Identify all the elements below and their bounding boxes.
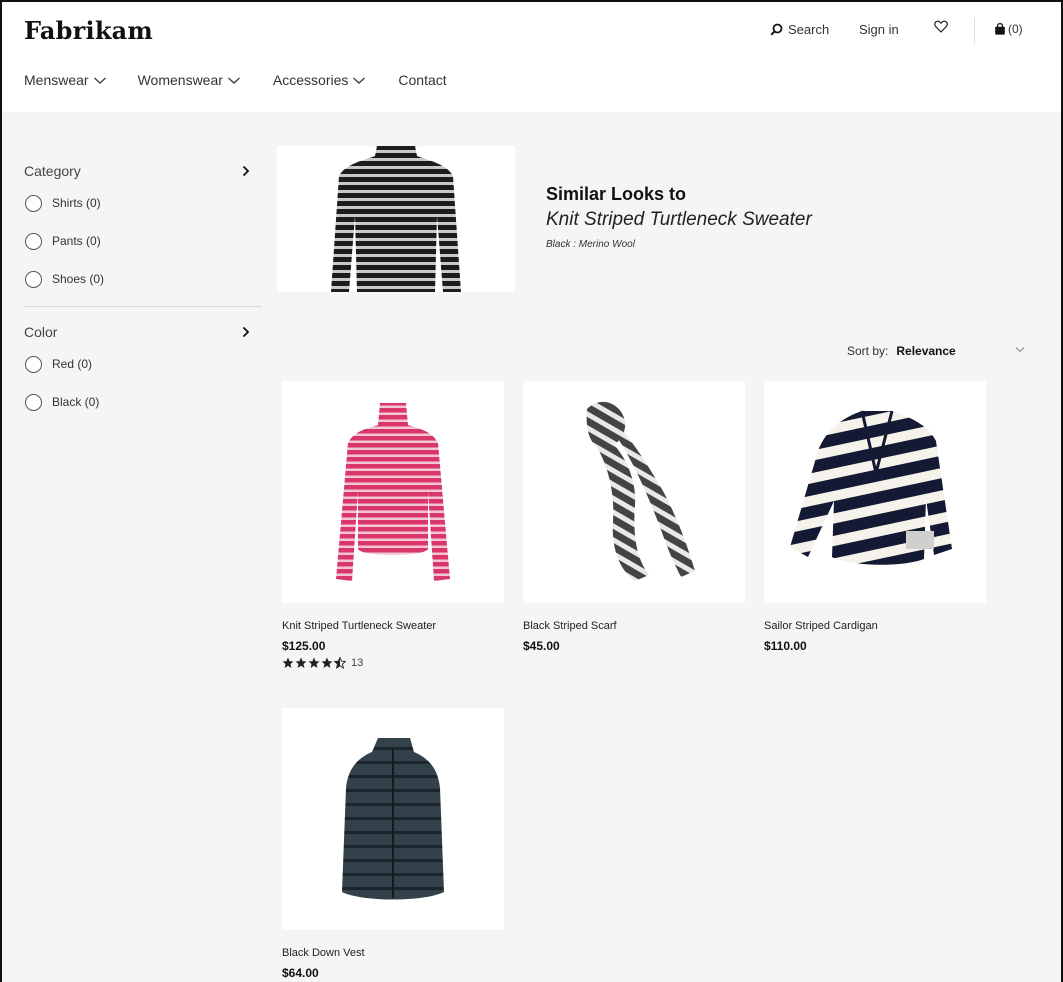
product-card[interactable]: Knit Striped Turtleneck Sweater $125.00 … (282, 381, 504, 669)
sign-in-link[interactable]: Sign in (859, 22, 899, 37)
product-image[interactable] (523, 381, 745, 603)
facet-option-shoes[interactable]: Shoes (0) (24, 260, 262, 298)
sort-dropdown[interactable]: Sort by: Relevance (847, 344, 956, 358)
nav-item-label: Contact (398, 72, 447, 88)
similar-looks-heading: Similar Looks to Knit Striped Turtleneck… (546, 184, 812, 250)
radio-button[interactable] (25, 355, 42, 373)
hero-product-meta: Black : Merino Wool (546, 239, 635, 250)
star-icon (308, 657, 321, 669)
nav-item-label: Womenswear (137, 72, 223, 88)
radio-button[interactable] (25, 270, 42, 288)
chevron-down-icon (89, 76, 107, 85)
product-price: $125.00 (282, 639, 326, 653)
hero-product-name: Knit Striped Turtleneck Sweater (546, 209, 812, 230)
product-card[interactable]: Black Striped Scarf $45.00 (523, 381, 745, 653)
refiner-sidebar: Category Shirts (0) Pants (0) Shoes (0) … (24, 158, 262, 421)
radio-button[interactable] (25, 393, 42, 411)
sort-value: Relevance (896, 344, 956, 358)
review-count: 13 (351, 657, 364, 669)
nav-item-label: Accessories (272, 72, 349, 88)
facet-divider (24, 306, 262, 307)
facet-option-pants[interactable]: Pants (0) (24, 222, 262, 260)
brand-logo[interactable]: Fabrikam (24, 16, 153, 45)
nav-item-contact[interactable]: Contact (398, 72, 446, 88)
star-half-icon (334, 657, 347, 669)
product-price: $64.00 (282, 966, 319, 980)
facet-option-red[interactable]: Red (0) (24, 345, 262, 383)
product-image[interactable] (282, 381, 504, 603)
source-product-image (277, 146, 515, 292)
wishlist-button[interactable] (934, 20, 948, 33)
cart-count: (0) (1008, 22, 1023, 36)
chevron-right-icon (242, 165, 262, 177)
site-header: Fabrikam Search Sign in (0) Menswear Wom… (2, 2, 1061, 112)
product-price: $45.00 (523, 639, 560, 653)
product-rating: 13 (282, 657, 504, 669)
hero-title: Similar Looks to (546, 184, 687, 204)
radio-button[interactable] (25, 194, 42, 212)
nav-item-womenswear[interactable]: Womenswear (138, 72, 241, 88)
nav-item-menswear[interactable]: Menswear (24, 72, 107, 88)
product-name[interactable]: Black Down Vest (282, 947, 504, 959)
search-results-page: Category Shirts (0) Pants (0) Shoes (0) … (2, 112, 1061, 982)
cart-button[interactable]: (0) (994, 22, 1023, 36)
facet-option-black[interactable]: Black (0) (24, 383, 262, 421)
facet-option-label: Pants (0) (52, 234, 101, 248)
facet-option-label: Black (0) (52, 395, 100, 409)
star-icon (295, 657, 308, 669)
search-icon (770, 23, 783, 36)
nav-item-accessories[interactable]: Accessories (273, 72, 366, 88)
header-divider (974, 18, 975, 44)
facet-color-header[interactable]: Color (24, 319, 262, 345)
facet-option-label: Shoes (0) (52, 272, 105, 286)
chevron-down-icon (223, 76, 241, 85)
main-nav: Menswear Womenswear Accessories Contact (24, 72, 479, 88)
facet-title: Category (24, 163, 81, 179)
product-price: $110.00 (764, 639, 807, 653)
nav-item-label: Menswear (24, 72, 89, 88)
heart-icon (934, 20, 948, 33)
chevron-down-icon (348, 76, 366, 85)
facet-option-label: Red (0) (52, 357, 93, 371)
star-icon (282, 657, 295, 669)
product-card[interactable]: Sailor Striped Cardigan $110.00 (764, 381, 986, 653)
facet-option-label: Shirts (0) (52, 196, 101, 210)
sort-label: Sort by: (847, 344, 889, 358)
chevron-right-icon (242, 326, 262, 338)
facet-option-shirts[interactable]: Shirts (0) (24, 184, 262, 222)
product-image[interactable] (764, 381, 986, 603)
search-label: Search (788, 22, 830, 37)
product-card[interactable]: Black Down Vest $64.00 (282, 708, 504, 980)
product-name[interactable]: Sailor Striped Cardigan (764, 620, 986, 632)
search-button[interactable]: Search (770, 22, 829, 37)
product-name[interactable]: Black Striped Scarf (523, 620, 745, 632)
chevron-down-icon[interactable] (1015, 346, 1025, 353)
product-name[interactable]: Knit Striped Turtleneck Sweater (282, 620, 504, 632)
facet-category-header[interactable]: Category (24, 158, 262, 184)
facet-title: Color (24, 324, 58, 340)
page-frame: Fabrikam Search Sign in (0) Menswear Wom… (0, 0, 1063, 982)
product-image[interactable] (282, 708, 504, 930)
radio-button[interactable] (25, 232, 42, 250)
star-icon (321, 657, 334, 669)
shopping-bag-icon (994, 23, 1006, 35)
